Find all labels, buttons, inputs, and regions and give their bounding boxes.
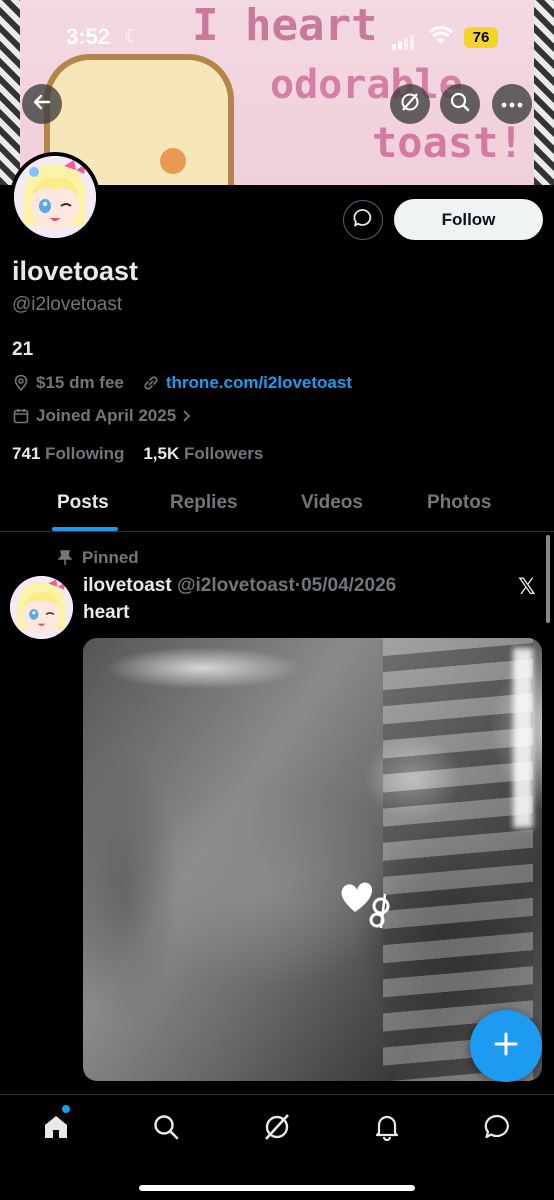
home-indicator[interactable]	[139, 1185, 415, 1191]
tab-photos[interactable]: Photos	[427, 492, 491, 514]
scrollbar[interactable]	[546, 535, 550, 623]
grok-icon	[262, 1112, 292, 1147]
wifi-icon	[428, 26, 454, 51]
post-date[interactable]: 05/04/2026	[301, 575, 396, 596]
post-header: ilovetoast @i2lovetoast·05/04/2026	[83, 575, 396, 597]
following-label: Following	[45, 444, 125, 463]
bell-icon	[373, 1113, 401, 1146]
nav-notifications[interactable]	[367, 1109, 407, 1149]
compose-button[interactable]	[470, 1010, 542, 1082]
avatar-illustration	[14, 156, 96, 238]
follow-button[interactable]: Follow	[394, 199, 543, 240]
followers-label: Followers	[184, 444, 264, 463]
post-author-name[interactable]: ilovetoast	[83, 575, 172, 596]
post-author-handle[interactable]: @i2lovetoast	[177, 575, 295, 596]
link-icon	[142, 374, 160, 392]
profile-meta-row: $15 dm fee throne.com/i2lovetoast	[12, 373, 352, 393]
pin-icon	[58, 550, 72, 566]
status-time: 3:52	[66, 24, 111, 49]
profile-name: ilovetoast	[12, 256, 139, 286]
nav-home[interactable]	[36, 1109, 76, 1149]
message-button[interactable]	[343, 200, 383, 240]
search-icon	[449, 91, 471, 118]
back-arrow-icon	[32, 92, 52, 117]
nav-grok[interactable]	[257, 1109, 297, 1149]
post-media-image[interactable]	[83, 638, 542, 1081]
location-pin-icon	[12, 374, 30, 392]
profile-avatar[interactable]	[10, 152, 100, 242]
following-link[interactable]: 741 Following	[12, 444, 124, 463]
search-button[interactable]	[440, 84, 480, 124]
home-icon	[42, 1113, 70, 1146]
profile-joined: Joined April 2025	[36, 406, 177, 425]
avatar-illustration	[10, 576, 73, 639]
profile-website-link[interactable]: throne.com/i2lovetoast	[166, 373, 352, 393]
nav-messages[interactable]	[477, 1109, 517, 1149]
grok-icon	[399, 91, 421, 118]
active-tab-indicator	[52, 527, 118, 531]
home-notification-dot	[62, 1105, 70, 1113]
more-button[interactable]	[492, 84, 532, 124]
x-logo-icon: 𝕏	[518, 574, 536, 599]
profile-location: $15 dm fee	[36, 373, 124, 392]
tab-videos[interactable]: Videos	[301, 492, 363, 514]
plus-icon	[493, 1031, 519, 1062]
pinned-indicator: Pinned	[58, 548, 139, 568]
banner-text-3: toast!	[372, 118, 524, 167]
follow-stats: 741 Following 1,5K Followers	[12, 444, 263, 464]
moon-icon: ☾	[124, 26, 141, 46]
profile-joined-row[interactable]: Joined April 2025	[12, 406, 198, 426]
pinned-label: Pinned	[82, 548, 139, 567]
followers-count: 1,5K	[143, 444, 180, 463]
search-icon	[152, 1113, 180, 1146]
profile-handle: @i2lovetoast	[12, 294, 123, 315]
profile-bio: 21	[12, 339, 34, 360]
more-icon	[501, 95, 523, 113]
xray-highlight	[513, 648, 533, 828]
status-bar: 3:52 ☾ 76	[0, 18, 554, 58]
post-text: heart	[83, 602, 130, 623]
profile-tabs: Posts Replies Videos Photos	[0, 478, 554, 532]
chevron-right-icon	[182, 409, 192, 423]
heart-icon	[341, 882, 390, 929]
tab-replies[interactable]: Replies	[170, 492, 238, 514]
post-author-avatar[interactable]	[10, 576, 73, 639]
followers-link[interactable]: 1,5K Followers	[143, 444, 263, 463]
following-count: 741	[12, 444, 41, 463]
tab-posts[interactable]: Posts	[57, 492, 109, 514]
signal-icon	[392, 32, 416, 50]
message-icon	[352, 207, 374, 234]
bottom-navigation	[0, 1094, 554, 1200]
banner-text-2: odorable	[270, 62, 463, 108]
message-icon	[483, 1113, 511, 1146]
battery-indicator: 76	[464, 27, 498, 48]
nav-search[interactable]	[146, 1109, 186, 1149]
calendar-icon	[12, 407, 30, 425]
back-button[interactable]	[22, 84, 62, 124]
grok-button[interactable]	[390, 84, 430, 124]
